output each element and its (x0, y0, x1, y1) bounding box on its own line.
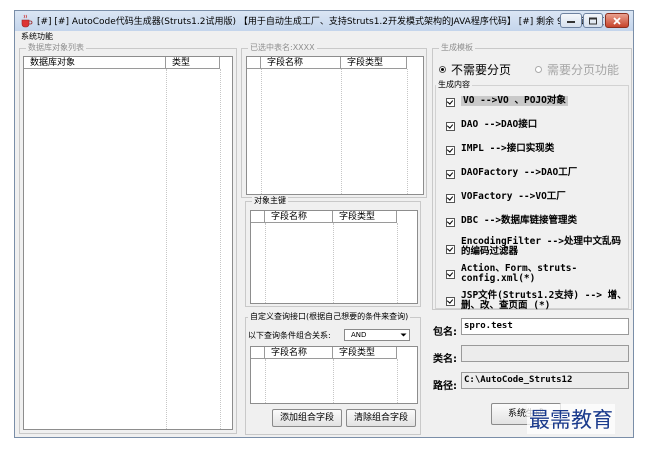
template-group: 生成模板 不需要分页 需要分页功能 生成内容 VO -->VO 、POJO对象 … (432, 42, 632, 311)
column-header-blank (247, 57, 261, 69)
window-title: [#] [#] AutoCode代码生成器(Struts1.2试用版) 【用于自… (37, 17, 616, 27)
option-action-label: Action、Form、struts-config.xml(*) (461, 263, 578, 284)
grid-line (265, 223, 266, 303)
option-impl-checkbox[interactable]: IMPL -->接口实现类 (446, 144, 554, 155)
column-header-type[interactable]: 类型 (166, 57, 220, 69)
menu-system[interactable]: 系统功能 (21, 31, 53, 42)
paging-label: 需要分页功能 (547, 63, 620, 77)
custom-query-group: 自定义查询接口(根据自己想要的条件来查询) 以下查询条件组合关系: AND 字段… (245, 311, 421, 435)
relation-select[interactable]: AND (344, 329, 410, 341)
grid-line (265, 359, 266, 403)
option-dbc-checkbox[interactable]: DBC -->数据库链接管理类 (446, 216, 577, 227)
class-input[interactable] (461, 345, 629, 362)
add-query-field-button[interactable]: 添加组合字段 (272, 409, 342, 427)
maximize-icon (589, 17, 597, 24)
checkbox-checked-icon (446, 194, 455, 203)
option-daofactory-checkbox[interactable]: DAOFactory -->DAO工厂 (446, 168, 577, 179)
column-header-blank (251, 347, 265, 359)
column-header-field-name[interactable]: 字段名称 (265, 211, 333, 223)
checkbox-checked-icon (446, 122, 455, 131)
watermark-text: 最需教育 (527, 404, 615, 434)
custom-query-label: 自定义查询接口(根据自己想要的条件来查询) (248, 311, 411, 322)
checkbox-checked-icon (446, 245, 455, 254)
option-dao-label: DAO -->DAO接口 (461, 119, 538, 130)
primary-key-list[interactable]: 字段名称 字段类型 (250, 210, 418, 304)
relation-label: 以下查询条件组合关系: (248, 331, 331, 340)
menu-bar: 系统功能 (15, 31, 633, 43)
selected-table-group: 已选中表名:XXXX 字段名称 字段类型 (241, 42, 427, 198)
option-dao-checkbox[interactable]: DAO -->DAO接口 (446, 120, 537, 131)
grid-line (397, 359, 398, 403)
minimize-button[interactable] (560, 13, 582, 28)
option-vofactory-label: VOFactory -->VO工厂 (461, 191, 566, 202)
grid-line (166, 69, 167, 429)
column-header-field-type[interactable]: 字段类型 (333, 211, 397, 223)
option-vo-label: VO -->VO 、POJO对象 (461, 95, 568, 106)
option-jsp-label: JSP文件(Struts1.2支持) --> 增、删、改、查页面 (*) (461, 290, 627, 311)
option-encodingfilter-label: EncodingFilter -->处理中文乱码的编码过滤器 (461, 236, 621, 257)
db-objects-group-label: 数据库对象列表 (26, 42, 86, 53)
radio-selected-icon (439, 66, 446, 73)
db-objects-group: 数据库对象列表 数据库对象 类型 (19, 42, 237, 434)
template-group-label: 生成模板 (439, 42, 475, 53)
close-icon (613, 16, 621, 25)
close-button[interactable] (605, 13, 629, 28)
selected-table-label: 已选中表名:XXXX (248, 42, 317, 53)
grid-line (333, 359, 334, 403)
checkbox-checked-icon (446, 170, 455, 179)
grid-line (261, 69, 262, 194)
checkbox-checked-icon (446, 146, 455, 155)
option-jsp-checkbox[interactable]: JSP文件(Struts1.2支持) --> 增、删、改、查页面 (*) (446, 291, 628, 311)
query-fields-list[interactable]: 字段名称 字段类型 (250, 346, 418, 404)
column-header-field-type[interactable]: 字段类型 (333, 347, 397, 359)
grid-line (220, 69, 221, 429)
path-label: 路径: (433, 381, 457, 392)
class-label: 类名: (433, 354, 457, 365)
primary-key-label: 对象主键 (252, 195, 288, 206)
clear-query-fields-button[interactable]: 清除组合字段 (346, 409, 416, 427)
package-label: 包名: (433, 327, 457, 338)
maximize-button[interactable] (583, 13, 603, 28)
checkbox-checked-icon (446, 297, 455, 306)
checkbox-checked-icon (446, 270, 455, 279)
checkbox-checked-icon (446, 98, 455, 107)
column-header-object[interactable]: 数据库对象 (24, 57, 166, 69)
paging-radio[interactable]: 需要分页功能 (535, 61, 619, 78)
option-daofactory-label: DAOFactory -->DAO工厂 (461, 167, 578, 178)
content-group-label: 生成内容 (436, 79, 472, 90)
app-coffee-icon (21, 14, 33, 28)
grid-line (397, 223, 398, 303)
option-impl-label: IMPL -->接口实现类 (461, 143, 555, 154)
minimize-icon (567, 20, 575, 23)
option-vofactory-checkbox[interactable]: VOFactory -->VO工厂 (446, 192, 566, 203)
option-action-checkbox[interactable]: Action、Form、struts-config.xml(*) (446, 264, 606, 284)
column-header-field-name[interactable]: 字段名称 (261, 57, 341, 69)
path-input[interactable]: C:\AutoCode_Struts12 (461, 372, 629, 389)
column-header-field-type[interactable]: 字段类型 (341, 57, 407, 69)
radio-unselected-icon (535, 66, 542, 73)
content-group: 生成内容 VO -->VO 、POJO对象 DAO -->DAO接口 IMPL … (435, 79, 629, 311)
checkbox-checked-icon (446, 218, 455, 227)
no-paging-label: 不需要分页 (451, 63, 512, 77)
no-paging-radio[interactable]: 不需要分页 (439, 61, 511, 78)
option-vo-checkbox[interactable]: VO -->VO 、POJO对象 (446, 96, 568, 107)
package-input[interactable]: spro.test (461, 318, 629, 335)
option-dbc-label: DBC -->数据库链接管理类 (461, 215, 578, 226)
column-header-field-name[interactable]: 字段名称 (265, 347, 333, 359)
primary-key-group: 对象主键 字段名称 字段类型 (245, 195, 421, 307)
grid-line (341, 69, 342, 194)
db-objects-list[interactable]: 数据库对象 类型 (23, 56, 233, 430)
selected-table-list[interactable]: 字段名称 字段类型 (246, 56, 424, 195)
app-window: [#] [#] AutoCode代码生成器(Struts1.2试用版) 【用于自… (14, 10, 634, 438)
chevron-down-icon (400, 333, 407, 337)
relation-select-value: AND (351, 331, 367, 339)
option-encodingfilter-checkbox[interactable]: EncodingFilter -->处理中文乱码的编码过滤器 (446, 237, 626, 257)
grid-line (333, 223, 334, 303)
grid-line (407, 69, 408, 194)
title-bar[interactable]: [#] [#] AutoCode代码生成器(Struts1.2试用版) 【用于自… (15, 11, 633, 32)
column-header-blank (251, 211, 265, 223)
